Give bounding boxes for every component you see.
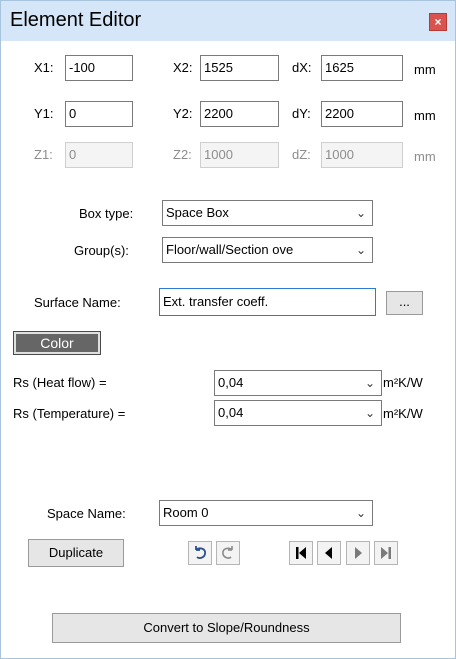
space-name-select[interactable]: Room 0 ⌄ <box>159 500 373 526</box>
space-name-value: Room 0 <box>163 505 209 520</box>
rs-heat-flow-unit: m²K/W <box>383 375 423 390</box>
x-unit-label: mm <box>414 62 436 77</box>
redo-icon <box>222 546 233 559</box>
dy-field[interactable]: 2200 <box>321 101 403 127</box>
surface-name-field[interactable]: Ext. transfer coeff. <box>159 288 376 316</box>
rs-temperature-select[interactable]: 0,04 ⌄ <box>214 400 382 426</box>
x2-field[interactable]: 1525 <box>200 55 279 81</box>
box-type-value: Space Box <box>166 205 229 220</box>
chevron-down-icon: ⌄ <box>364 406 375 420</box>
duplicate-button[interactable]: Duplicate <box>28 539 124 567</box>
groups-value: Floor/wall/Section ove <box>166 242 294 257</box>
x1-label: X1: <box>34 60 54 75</box>
chevron-down-icon: ⌄ <box>355 206 366 220</box>
y1-field[interactable]: 0 <box>65 101 133 127</box>
dz-field: 1000 <box>321 142 403 168</box>
last-icon <box>381 547 391 559</box>
rs-heat-flow-select[interactable]: 0,04 ⌄ <box>214 370 382 396</box>
dx-label: dX: <box>292 60 312 75</box>
close-button[interactable]: × <box>429 13 447 31</box>
y-unit-label: mm <box>414 108 436 123</box>
first-button[interactable] <box>289 541 313 565</box>
dz-label: dZ: <box>292 147 311 162</box>
first-icon <box>296 547 306 559</box>
chevron-down-icon: ⌄ <box>364 376 375 390</box>
groups-label: Group(s): <box>74 243 129 258</box>
x2-label: X2: <box>173 60 193 75</box>
z2-field: 1000 <box>200 142 279 168</box>
prev-icon <box>325 547 332 559</box>
rs-temperature-label: Rs (Temperature) = <box>13 406 126 421</box>
element-editor-window: Element Editor × X1: -100 X2: 1525 dX: 1… <box>0 0 456 659</box>
rs-temperature-unit: m²K/W <box>383 406 423 421</box>
z1-label: Z1: <box>34 147 53 162</box>
next-button[interactable] <box>346 541 370 565</box>
convert-to-slope-button[interactable]: Convert to Slope/Roundness <box>52 613 401 643</box>
color-button-label: Color <box>16 334 98 352</box>
prev-button[interactable] <box>317 541 341 565</box>
undo-button[interactable] <box>188 541 212 565</box>
z1-field: 0 <box>65 142 133 168</box>
title-bar: Element Editor × <box>1 1 455 41</box>
surface-name-label: Surface Name: <box>34 295 121 310</box>
dx-field[interactable]: 1625 <box>321 55 403 81</box>
next-icon <box>355 547 362 559</box>
y2-label: Y2: <box>173 106 193 121</box>
rs-temperature-value: 0,04 <box>218 405 244 420</box>
chevron-down-icon: ⌄ <box>355 243 366 257</box>
y2-field[interactable]: 2200 <box>200 101 279 127</box>
groups-select[interactable]: Floor/wall/Section ove ⌄ <box>162 237 373 263</box>
y1-label: Y1: <box>34 106 54 121</box>
window-title: Element Editor <box>10 9 142 31</box>
x1-field[interactable]: -100 <box>65 55 133 81</box>
undo-icon <box>195 546 206 559</box>
last-button[interactable] <box>374 541 398 565</box>
chevron-down-icon: ⌄ <box>355 506 366 520</box>
box-type-label: Box type: <box>79 206 134 221</box>
z2-label: Z2: <box>173 147 192 162</box>
box-type-select[interactable]: Space Box ⌄ <box>162 200 373 226</box>
space-name-label: Space Name: <box>47 506 126 521</box>
rs-heat-flow-value: 0,04 <box>218 375 244 390</box>
redo-button[interactable] <box>216 541 240 565</box>
dy-label: dY: <box>292 106 311 121</box>
z-unit-label: mm <box>414 149 436 164</box>
color-button[interactable]: Color <box>13 331 101 355</box>
rs-heat-flow-label: Rs (Heat flow) = <box>13 375 107 390</box>
surface-browse-button[interactable]: ... <box>386 291 423 315</box>
